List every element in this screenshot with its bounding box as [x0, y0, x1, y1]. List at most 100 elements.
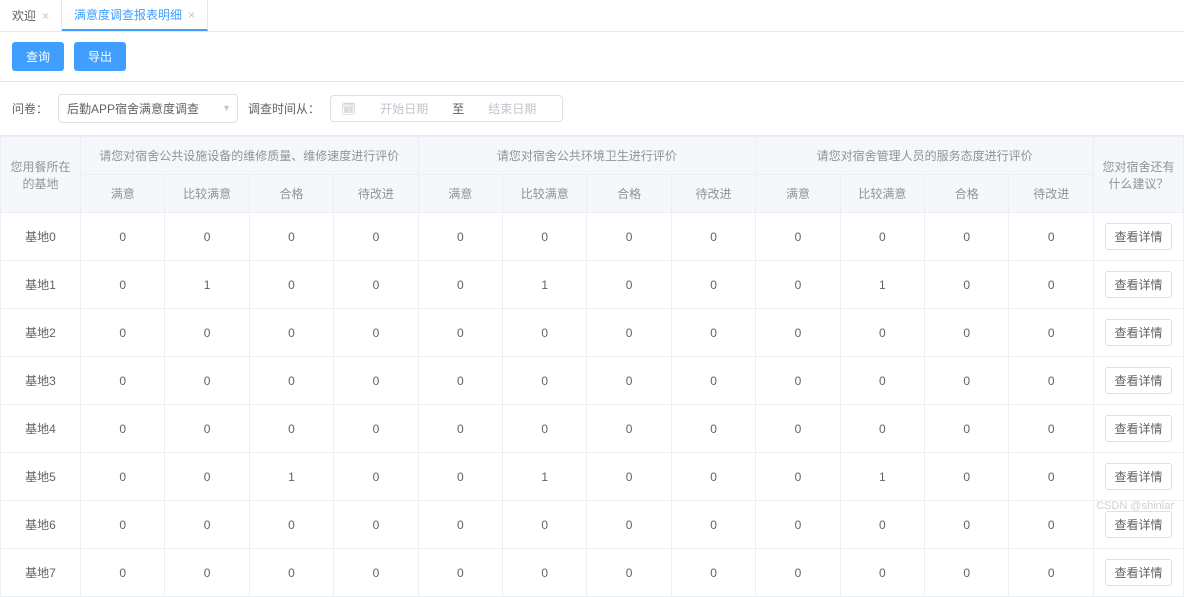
cell-value: 0 [1009, 357, 1094, 405]
cell-value: 0 [81, 501, 165, 549]
view-detail-button[interactable]: 查看详情 [1105, 367, 1171, 394]
cell-value: 0 [587, 501, 671, 549]
th-sub: 比较满意 [165, 175, 249, 213]
view-detail-button[interactable]: 查看详情 [1105, 559, 1171, 586]
cell-value: 0 [671, 357, 755, 405]
cell-value: 0 [418, 501, 502, 549]
tab-report[interactable]: 满意度调查报表明细 × [62, 0, 208, 31]
cell-value: 1 [165, 261, 249, 309]
view-detail-button[interactable]: 查看详情 [1105, 463, 1171, 490]
cell-value: 0 [249, 213, 333, 261]
cell-value: 0 [249, 405, 333, 453]
cell-value: 0 [1009, 501, 1094, 549]
cell-value: 0 [671, 405, 755, 453]
cell-value: 0 [671, 501, 755, 549]
cell-value: 0 [1009, 261, 1094, 309]
cell-value: 0 [587, 549, 671, 597]
cell-value: 0 [503, 357, 587, 405]
cell-value: 0 [503, 213, 587, 261]
tab-welcome[interactable]: 欢迎 × [0, 0, 62, 31]
cell-value: 0 [840, 309, 924, 357]
cell-value: 0 [1009, 549, 1094, 597]
cell-action: 查看详情 [1094, 261, 1184, 309]
cell-value: 0 [840, 213, 924, 261]
cell-value: 0 [587, 357, 671, 405]
table-row: 基地1010001000100查看详情 [1, 261, 1184, 309]
th-sub: 满意 [756, 175, 840, 213]
th-sub: 合格 [925, 175, 1009, 213]
cell-value: 0 [756, 501, 840, 549]
cell-value: 0 [756, 261, 840, 309]
cell-value: 1 [503, 453, 587, 501]
view-detail-button[interactable]: 查看详情 [1105, 223, 1171, 250]
table-row: 基地5001001000100查看详情 [1, 453, 1184, 501]
questionnaire-label: 问卷： [12, 100, 48, 117]
cell-value: 0 [81, 309, 165, 357]
cell-value: 0 [671, 213, 755, 261]
cell-value: 0 [925, 309, 1009, 357]
chevron-down-icon: ▾ [224, 103, 229, 114]
cell-value: 0 [165, 453, 249, 501]
end-date-input[interactable] [472, 102, 552, 116]
cell-value: 1 [249, 453, 333, 501]
cell-value: 0 [165, 309, 249, 357]
view-detail-button[interactable]: 查看详情 [1105, 271, 1171, 298]
cell-value: 0 [418, 213, 502, 261]
calendar-icon: 🗓 [341, 102, 356, 116]
cell-value: 0 [334, 261, 418, 309]
cell-value: 0 [840, 405, 924, 453]
tab-label: 满意度调查报表明细 [74, 6, 182, 23]
cell-value: 0 [925, 357, 1009, 405]
date-range-picker[interactable]: 🗓 至 [330, 95, 563, 122]
cell-value: 0 [249, 501, 333, 549]
cell-base: 基地1 [1, 261, 81, 309]
query-button[interactable]: 查询 [12, 42, 64, 71]
table-row: 基地0000000000000查看详情 [1, 213, 1184, 261]
view-detail-button[interactable]: 查看详情 [1105, 511, 1171, 538]
th-group1: 请您对宿舍公共设施设备的维修质量、维修速度进行评价 [81, 137, 419, 175]
cell-value: 0 [165, 549, 249, 597]
cell-value: 0 [249, 549, 333, 597]
export-button[interactable]: 导出 [74, 42, 126, 71]
toolbar: 查询 导出 [0, 32, 1184, 82]
cell-value: 0 [756, 213, 840, 261]
cell-value: 0 [334, 309, 418, 357]
report-table: 您用餐所在的基地 请您对宿舍公共设施设备的维修质量、维修速度进行评价 请您对宿舍… [0, 136, 1184, 597]
table-row: 基地2000000000000查看详情 [1, 309, 1184, 357]
view-detail-button[interactable]: 查看详情 [1105, 415, 1171, 442]
view-detail-button[interactable]: 查看详情 [1105, 319, 1171, 346]
cell-value: 0 [840, 357, 924, 405]
select-value: 后勤APP宿舍满意度调查 [67, 100, 199, 117]
th-sub: 待改进 [671, 175, 755, 213]
cell-value: 0 [81, 405, 165, 453]
cell-value: 0 [418, 309, 502, 357]
cell-value: 0 [925, 453, 1009, 501]
cell-action: 查看详情 [1094, 501, 1184, 549]
th-group2: 请您对宿舍公共环境卫生进行评价 [418, 137, 756, 175]
questionnaire-select[interactable]: 后勤APP宿舍满意度调查 ▾ [58, 94, 238, 123]
cell-value: 0 [587, 309, 671, 357]
th-sub: 满意 [418, 175, 502, 213]
cell-value: 0 [418, 405, 502, 453]
cell-value: 0 [81, 549, 165, 597]
cell-value: 1 [503, 261, 587, 309]
cell-value: 0 [503, 405, 587, 453]
cell-base: 基地0 [1, 213, 81, 261]
close-icon[interactable]: × [42, 9, 49, 23]
table-row: 基地6000000000000查看详情 [1, 501, 1184, 549]
cell-value: 0 [249, 357, 333, 405]
close-icon[interactable]: × [188, 8, 195, 22]
start-date-input[interactable] [364, 102, 444, 116]
th-sub: 待改进 [334, 175, 418, 213]
cell-value: 0 [671, 549, 755, 597]
cell-value: 0 [418, 357, 502, 405]
cell-value: 0 [587, 405, 671, 453]
cell-action: 查看详情 [1094, 309, 1184, 357]
cell-value: 0 [1009, 405, 1094, 453]
cell-value: 0 [81, 453, 165, 501]
cell-base: 基地6 [1, 501, 81, 549]
cell-value: 0 [334, 549, 418, 597]
th-base: 您用餐所在的基地 [1, 137, 81, 213]
th-group3: 请您对宿舍管理人员的服务态度进行评价 [756, 137, 1094, 175]
cell-value: 0 [1009, 213, 1094, 261]
